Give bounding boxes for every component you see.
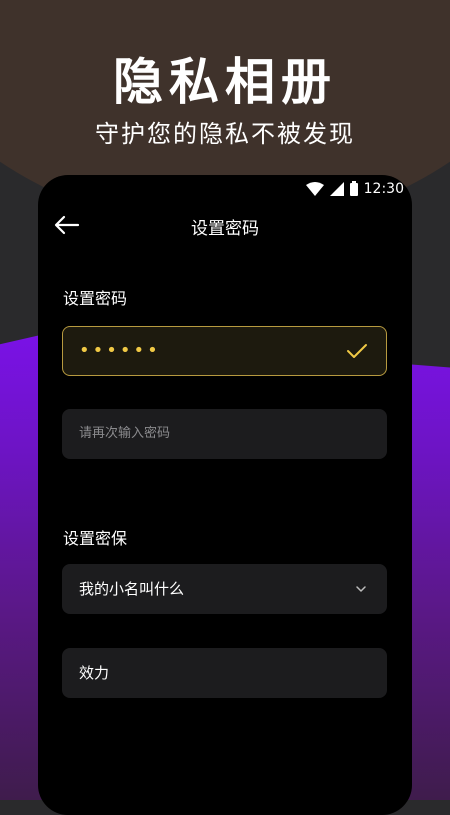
signal-icon [329,182,344,196]
confirm-password-field[interactable]: 请再次输入密码 [62,409,387,459]
password-field[interactable]: •••••• [62,326,387,376]
check-icon [347,344,367,358]
phone-screen: 12:30 设置密码 设置密码 •••••• 请再次输入密码 设置密保 我的小名… [38,175,412,815]
confirm-password-placeholder: 请再次输入密码 [79,426,171,441]
promo-title: 隐私相册 [113,53,337,111]
security-section-label: 设置密保 [63,529,128,548]
status-time: 12:30 [363,181,404,197]
battery-icon [349,180,358,196]
security-question-select[interactable]: 我的小名叫什么 [62,564,387,614]
promo-subtitle: 守护您的隐私不被发现 [95,120,355,148]
page-title: 设置密码 [191,219,259,239]
chevron-down-icon [356,586,366,592]
security-answer-field[interactable]: 效力 [62,648,387,698]
security-answer-value: 效力 [79,664,110,682]
header: 设置密码 [38,205,412,245]
security-question-value: 我的小名叫什么 [79,580,185,598]
status-bar: 12:30 [305,179,404,199]
wifi-icon [305,182,324,196]
password-section-label: 设置密码 [63,289,128,308]
password-value: •••••• [79,340,161,361]
